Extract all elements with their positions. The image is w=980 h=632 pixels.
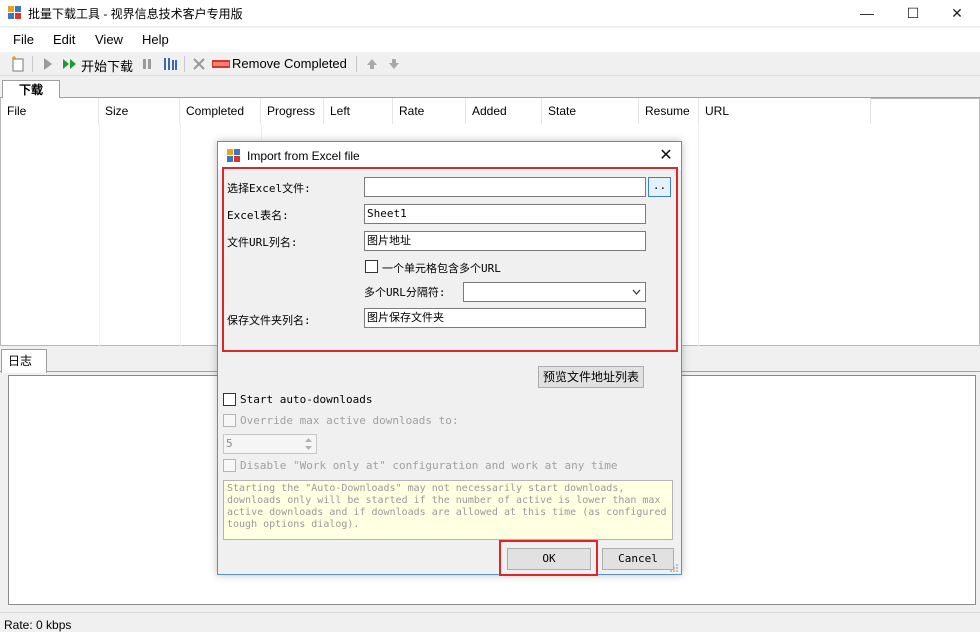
override-max-stepper: 5 xyxy=(223,434,317,454)
save-folder-label: 保存文件夹列名: xyxy=(227,314,311,327)
app-icon xyxy=(8,6,21,19)
maximize-button[interactable]: ☐ xyxy=(890,0,936,26)
cancel-button[interactable]: Cancel xyxy=(602,548,674,570)
fast-forward-icon xyxy=(63,59,76,69)
override-max-checkbox xyxy=(223,414,236,427)
separator-select[interactable] xyxy=(463,282,646,302)
menu-edit[interactable]: Edit xyxy=(53,32,75,47)
menu-view[interactable]: View xyxy=(95,32,123,47)
col-header-resume[interactable]: Resume xyxy=(639,98,699,124)
minimize-button[interactable]: — xyxy=(844,0,890,26)
move-down-icon[interactable] xyxy=(388,58,400,70)
play-icon[interactable] xyxy=(42,57,54,71)
resize-grip-icon[interactable] xyxy=(669,563,679,573)
dialog-app-icon xyxy=(227,149,240,162)
remove-completed-button[interactable]: Remove Completed xyxy=(212,54,350,74)
override-max-label: Override max active downloads to: xyxy=(240,414,459,427)
close-icon: ✕ xyxy=(951,4,963,21)
tab-download[interactable]: 下载 xyxy=(2,80,60,99)
ok-button[interactable]: OK xyxy=(507,548,591,570)
stepper-arrows-icon xyxy=(305,438,312,450)
multi-url-label: 一个单元格包含多个URL xyxy=(382,262,501,275)
col-header-added[interactable]: Added xyxy=(466,98,542,124)
excel-file-input[interactable] xyxy=(364,177,646,197)
maximize-icon: ☐ xyxy=(906,4,920,21)
start-auto-downloads-label: Start auto-downloads xyxy=(240,393,373,406)
disable-work-only-at-checkbox xyxy=(223,459,236,472)
multi-url-checkbox[interactable] xyxy=(365,260,378,273)
minimize-icon: — xyxy=(860,5,874,21)
url-column-label: 文件URL列名: xyxy=(227,236,298,249)
window-title: 批量下载工具 - 视界信息技术客户专用版 xyxy=(28,7,243,21)
col-header-rate[interactable]: Rate xyxy=(393,98,466,124)
disable-work-only-at-label: Disable "Work only at" configuration and… xyxy=(240,459,618,472)
status-rate: Rate: 0 kbps xyxy=(4,618,72,632)
chevron-down-icon xyxy=(632,289,641,295)
browse-button[interactable]: .. xyxy=(648,177,671,197)
separator-label: 多个URL分隔符: xyxy=(364,286,446,299)
status-bar xyxy=(0,612,980,632)
preview-url-list-button[interactable]: 预览文件地址列表 xyxy=(538,366,644,388)
close-icon: ✕ xyxy=(659,147,673,164)
col-header-url[interactable]: URL xyxy=(699,98,871,124)
sheet-name-label: Excel表名: xyxy=(227,209,289,222)
sheet-name-input[interactable]: Sheet1 xyxy=(364,204,646,224)
dialog-close-button[interactable]: ✕ xyxy=(656,146,676,166)
start-download-label: 开始下载 xyxy=(81,59,134,74)
override-max-value: 5 xyxy=(226,437,233,450)
col-header-size[interactable]: Size xyxy=(99,98,180,124)
pause-icon[interactable] xyxy=(142,58,152,70)
tab-log[interactable]: 日志 xyxy=(1,349,47,373)
excel-file-label: 选择Excel文件: xyxy=(227,182,311,195)
dialog-title: Import from Excel file xyxy=(247,149,360,163)
remove-completed-label: Remove Completed xyxy=(232,56,347,71)
start-download-button[interactable]: 开始下载 xyxy=(62,54,134,74)
url-column-input[interactable]: 图片地址 xyxy=(364,231,646,251)
col-header-left[interactable]: Left xyxy=(324,98,393,124)
start-auto-downloads-checkbox[interactable] xyxy=(223,393,236,406)
move-up-icon[interactable] xyxy=(366,58,378,70)
col-header-completed[interactable]: Completed xyxy=(180,98,261,124)
auto-downloads-note: Starting the "Auto-Downloads" may not ne… xyxy=(223,480,673,540)
col-header-state[interactable]: State xyxy=(542,98,639,124)
pause-all-icon[interactable] xyxy=(163,57,177,71)
remove-icon[interactable] xyxy=(192,57,206,71)
col-header-progress[interactable]: Progress xyxy=(261,98,324,124)
col-header-file[interactable]: File xyxy=(1,98,99,124)
new-download-icon[interactable] xyxy=(10,56,26,72)
save-folder-input[interactable]: 图片保存文件夹 xyxy=(364,308,646,328)
close-button[interactable]: ✕ xyxy=(934,0,980,26)
menu-file[interactable]: File xyxy=(13,32,34,47)
remove-completed-icon xyxy=(212,60,230,68)
menu-help[interactable]: Help xyxy=(142,32,169,47)
